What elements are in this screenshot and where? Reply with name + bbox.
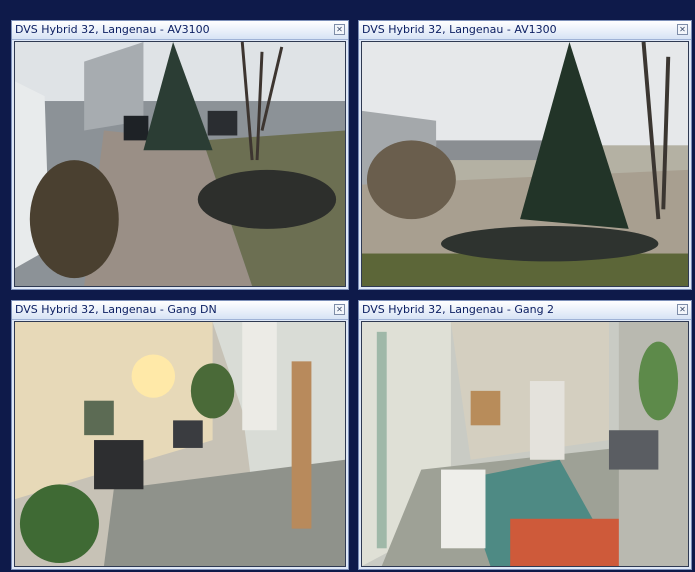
close-icon[interactable]: ✕ xyxy=(334,304,345,315)
pane-title: DVS Hybrid 32, Langenau - Gang DN xyxy=(15,303,217,316)
pane-title: DVS Hybrid 32, Langenau - Gang 2 xyxy=(362,303,555,316)
camera-pane-av1300[interactable]: DVS Hybrid 32, Langenau - AV1300 ✕ xyxy=(358,20,692,290)
camera-feed[interactable] xyxy=(361,41,689,287)
camera-feed-image xyxy=(362,322,688,566)
close-icon[interactable]: ✕ xyxy=(677,304,688,315)
camera-feed-image xyxy=(362,42,688,286)
close-icon[interactable]: ✕ xyxy=(334,24,345,35)
pane-titlebar[interactable]: DVS Hybrid 32, Langenau - AV1300 ✕ xyxy=(359,21,691,40)
camera-feed-image xyxy=(15,322,345,566)
camera-pane-gang-2[interactable]: DVS Hybrid 32, Langenau - Gang 2 ✕ xyxy=(358,300,692,570)
pane-titlebar[interactable]: DVS Hybrid 32, Langenau - Gang DN ✕ xyxy=(12,301,348,320)
camera-pane-av3100[interactable]: DVS Hybrid 32, Langenau - AV3100 ✕ xyxy=(11,20,349,290)
camera-pane-gang-dn[interactable]: DVS Hybrid 32, Langenau - Gang DN ✕ xyxy=(11,300,349,570)
close-icon[interactable]: ✕ xyxy=(677,24,688,35)
pane-title: DVS Hybrid 32, Langenau - AV3100 xyxy=(15,23,210,36)
pane-title: DVS Hybrid 32, Langenau - AV1300 xyxy=(362,23,557,36)
camera-feed[interactable] xyxy=(361,321,689,567)
pane-titlebar[interactable]: DVS Hybrid 32, Langenau - Gang 2 ✕ xyxy=(359,301,691,320)
pane-titlebar[interactable]: DVS Hybrid 32, Langenau - AV3100 ✕ xyxy=(12,21,348,40)
camera-feed[interactable] xyxy=(14,41,346,287)
camera-feed-image xyxy=(15,42,345,286)
camera-feed[interactable] xyxy=(14,321,346,567)
